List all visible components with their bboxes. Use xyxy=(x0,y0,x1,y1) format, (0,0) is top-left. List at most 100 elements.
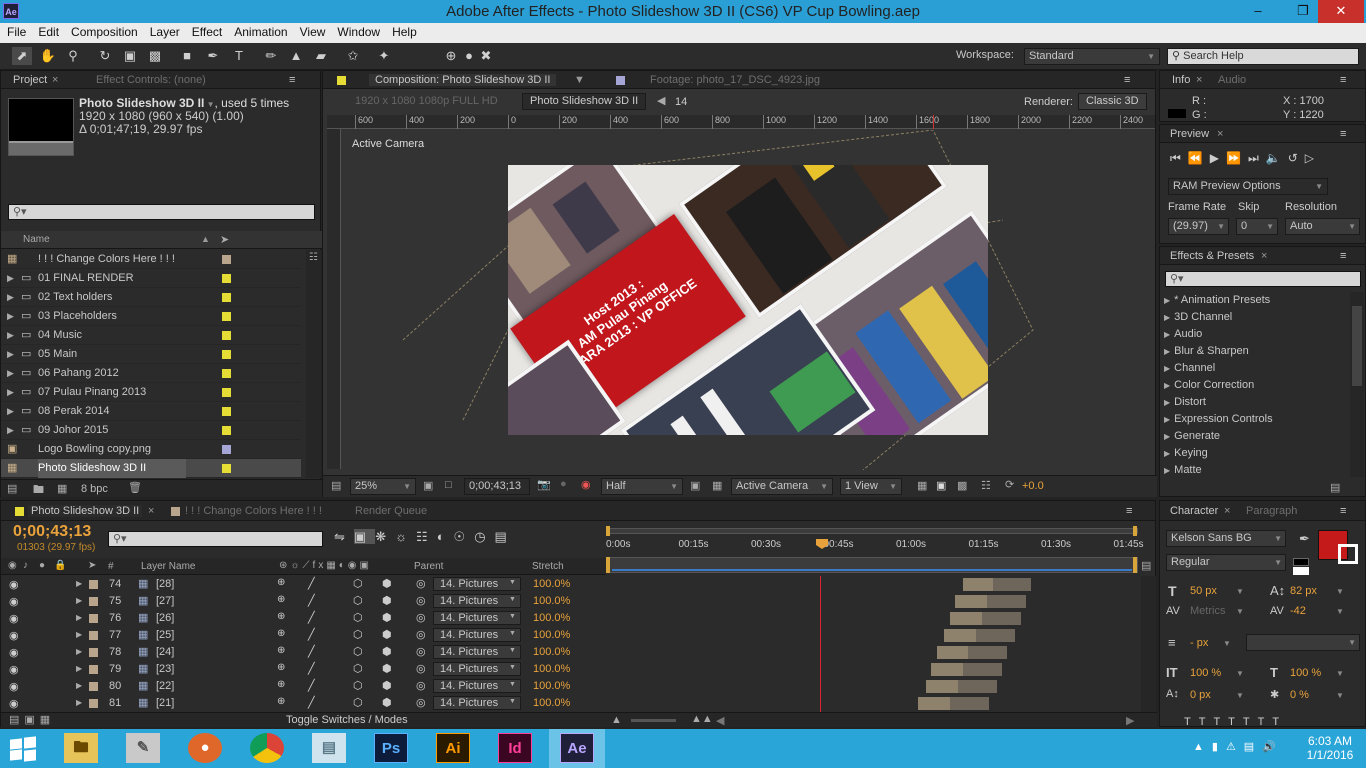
panel-menu-icon[interactable]: ≡ xyxy=(1126,505,1132,517)
project-item[interactable]: ▶ ▭ 02 Text holders xyxy=(1,288,301,307)
parent-dropdown[interactable]: 14. Pictures xyxy=(433,679,521,693)
layer-duration-bar[interactable] xyxy=(944,629,1016,642)
expand-arrow-icon[interactable]: ▶ xyxy=(1164,330,1170,339)
rotation-tool-icon[interactable]: ↻ xyxy=(95,47,115,65)
eye-icon[interactable]: ◉ xyxy=(9,578,19,591)
layer-duration-bar[interactable] xyxy=(931,663,1003,676)
chevron-down-icon[interactable]: ▼ xyxy=(1336,669,1344,678)
pan-behind-tool-icon[interactable]: ▩ xyxy=(145,47,165,65)
frame-blending-icon[interactable]: ☷ xyxy=(416,529,437,544)
pick-whip-icon[interactable]: ◎ xyxy=(416,645,426,658)
expand-arrow-icon[interactable]: ▶ xyxy=(7,421,14,440)
transparency-grid-icon[interactable]: ▦ xyxy=(712,479,722,492)
shy-switch-icon[interactable]: ⊕ xyxy=(277,628,285,639)
rectangle-tool-icon[interactable]: ■ xyxy=(177,47,197,65)
project-item[interactable]: ▶ ▭ 05 Main xyxy=(1,345,301,364)
layer-name[interactable]: [27] xyxy=(156,595,174,607)
layer-name[interactable]: [21] xyxy=(156,697,174,709)
tab-paragraph[interactable]: Paragraph xyxy=(1246,505,1297,517)
toggle-pixel-aspect-icon[interactable]: ▦ xyxy=(917,479,927,492)
workspace-dropdown[interactable]: Standard ▼ xyxy=(1024,48,1160,65)
layer-name[interactable]: [28] xyxy=(156,578,174,590)
menu-animation[interactable]: Animation xyxy=(227,23,292,39)
toggle-switches-modes[interactable]: Toggle Switches / Modes xyxy=(286,714,408,726)
magnification-dropdown[interactable]: 25% ▼ xyxy=(350,478,416,495)
effect-category[interactable]: ▶ Audio xyxy=(1164,326,1349,343)
label-color-swatch[interactable] xyxy=(89,580,98,589)
chevron-down-icon[interactable]: ▼ xyxy=(509,613,516,620)
expand-arrow-icon[interactable]: ▶ xyxy=(7,402,14,421)
3d-cube-icon[interactable]: ⬢ xyxy=(382,645,392,658)
eye-icon[interactable]: ◉ xyxy=(9,612,19,625)
comp-breadcrumb[interactable]: Photo Slideshow 3D II xyxy=(522,93,647,110)
clock[interactable]: 6:03 AM 1/1/2016 xyxy=(1300,734,1360,762)
parent-dropdown[interactable]: 14. Pictures xyxy=(433,628,521,642)
lock-switch-icon[interactable]: 🔒 xyxy=(54,560,66,571)
menu-composition[interactable]: Composition xyxy=(64,23,143,39)
label-color-swatch[interactable] xyxy=(222,350,231,359)
chevron-down-icon[interactable]: ▼ xyxy=(509,579,516,586)
pick-whip-icon[interactable]: ◎ xyxy=(416,662,426,675)
shy-switch-icon[interactable]: ⊕ xyxy=(277,696,285,707)
timeline-zoom-slider[interactable] xyxy=(631,719,676,722)
fast-previews-icon[interactable]: ▣ xyxy=(936,479,946,492)
quality-switch-icon[interactable]: ╱ xyxy=(308,577,315,590)
shy-switch-icon[interactable]: ⊕ xyxy=(277,577,285,588)
flowchart-icon[interactable]: ☷ xyxy=(309,252,318,263)
faux-style-buttons[interactable]: TTTTTTT xyxy=(1184,716,1287,728)
stretch-value[interactable]: 100.0% xyxy=(533,629,570,641)
timeline-search-input[interactable]: ⚲▾ xyxy=(108,531,323,547)
mute-audio-icon[interactable]: 🔈 xyxy=(1266,151,1288,165)
timeline-timecode[interactable]: 0;00;43;13 xyxy=(13,523,91,541)
font-style-dropdown[interactable]: Regular ▼ xyxy=(1166,554,1286,571)
layer-row[interactable]: ◉ ▶ 78 ▦ [24] ⊕ ╱ ⬡ ⬢ ◎ 14. Pictures ▼ 100.0% xyxy=(1,644,1146,661)
label-color-swatch[interactable] xyxy=(89,699,98,708)
shy-switch-icon[interactable]: ⊕ xyxy=(277,662,285,673)
label-tag-icon[interactable]: ➤ xyxy=(220,233,229,246)
sort-ascending-icon[interactable]: ▲ xyxy=(201,234,210,244)
layer-name[interactable]: [26] xyxy=(156,612,174,624)
after-effects-taskbar-icon[interactable]: Ae xyxy=(560,733,594,763)
timeline-icon[interactable]: ▩ xyxy=(957,479,967,492)
3d-cube-icon[interactable]: ⬢ xyxy=(382,577,392,590)
label-color-swatch[interactable] xyxy=(89,614,98,623)
breadcrumb-arrow-icon[interactable]: ◀ xyxy=(657,94,665,107)
shy-switch-icon[interactable]: ⊕ xyxy=(277,679,285,690)
font-size-value[interactable]: 50 px xyxy=(1190,585,1217,597)
expand-arrow-icon[interactable]: ▶ xyxy=(7,288,14,307)
last-frame-icon[interactable]: ⏭ xyxy=(1248,151,1266,165)
chevron-down-icon[interactable]: ▼ xyxy=(204,100,215,109)
eye-icon[interactable]: ◉ xyxy=(9,646,19,659)
column-layer-name[interactable]: Layer Name xyxy=(141,561,195,572)
effect-category[interactable]: ▶ Blur & Sharpen xyxy=(1164,343,1349,360)
image-file-icon[interactable]: ▣ xyxy=(7,440,17,459)
layer-duration-bar[interactable] xyxy=(962,578,1031,591)
mask-visibility-icon[interactable]: □ xyxy=(445,479,452,491)
pick-whip-icon[interactable]: ◎ xyxy=(416,611,426,624)
expand-arrow-icon[interactable]: ▶ xyxy=(76,630,82,639)
hand-tool-icon[interactable]: ✋ xyxy=(38,47,58,65)
effect-category[interactable]: ▶ Channel xyxy=(1164,360,1349,377)
ram-preview-options-dropdown[interactable]: RAM Preview Options ▼ xyxy=(1168,178,1328,195)
close-icon[interactable]: ✕ xyxy=(1318,0,1364,23)
close-icon[interactable]: × xyxy=(1261,250,1267,262)
expand-arrow-icon[interactable]: ▶ xyxy=(1164,296,1170,305)
chevron-down-icon[interactable]: ▼ xyxy=(509,664,516,671)
parent-dropdown[interactable]: 14. Pictures xyxy=(433,611,521,625)
parent-dropdown[interactable]: 14. Pictures xyxy=(433,594,521,608)
tab-character[interactable]: Character xyxy=(1170,505,1218,517)
black-swatch[interactable] xyxy=(1293,558,1309,566)
layer-duration-bar[interactable] xyxy=(949,612,1021,625)
project-item[interactable]: ▶ ▭ 01 FINAL RENDER xyxy=(1,269,301,288)
pick-whip-icon[interactable]: ◎ xyxy=(416,679,426,692)
expand-arrow-icon[interactable]: ▶ xyxy=(7,326,14,345)
brainstorm-icon[interactable]: ☉ xyxy=(454,529,475,544)
timeline-scrollbar[interactable] xyxy=(1141,576,1156,712)
view-layout-dropdown[interactable]: 1 View ▼ xyxy=(840,478,902,495)
tab-info[interactable]: Info xyxy=(1172,74,1190,86)
eye-icon[interactable]: ◉ xyxy=(9,697,19,710)
tab-project[interactable]: Project xyxy=(13,74,47,86)
live-update-icon[interactable]: ▣ xyxy=(353,529,376,544)
photoshop-icon[interactable]: Ps xyxy=(374,733,408,763)
tab-render-queue[interactable]: Render Queue xyxy=(355,505,427,517)
